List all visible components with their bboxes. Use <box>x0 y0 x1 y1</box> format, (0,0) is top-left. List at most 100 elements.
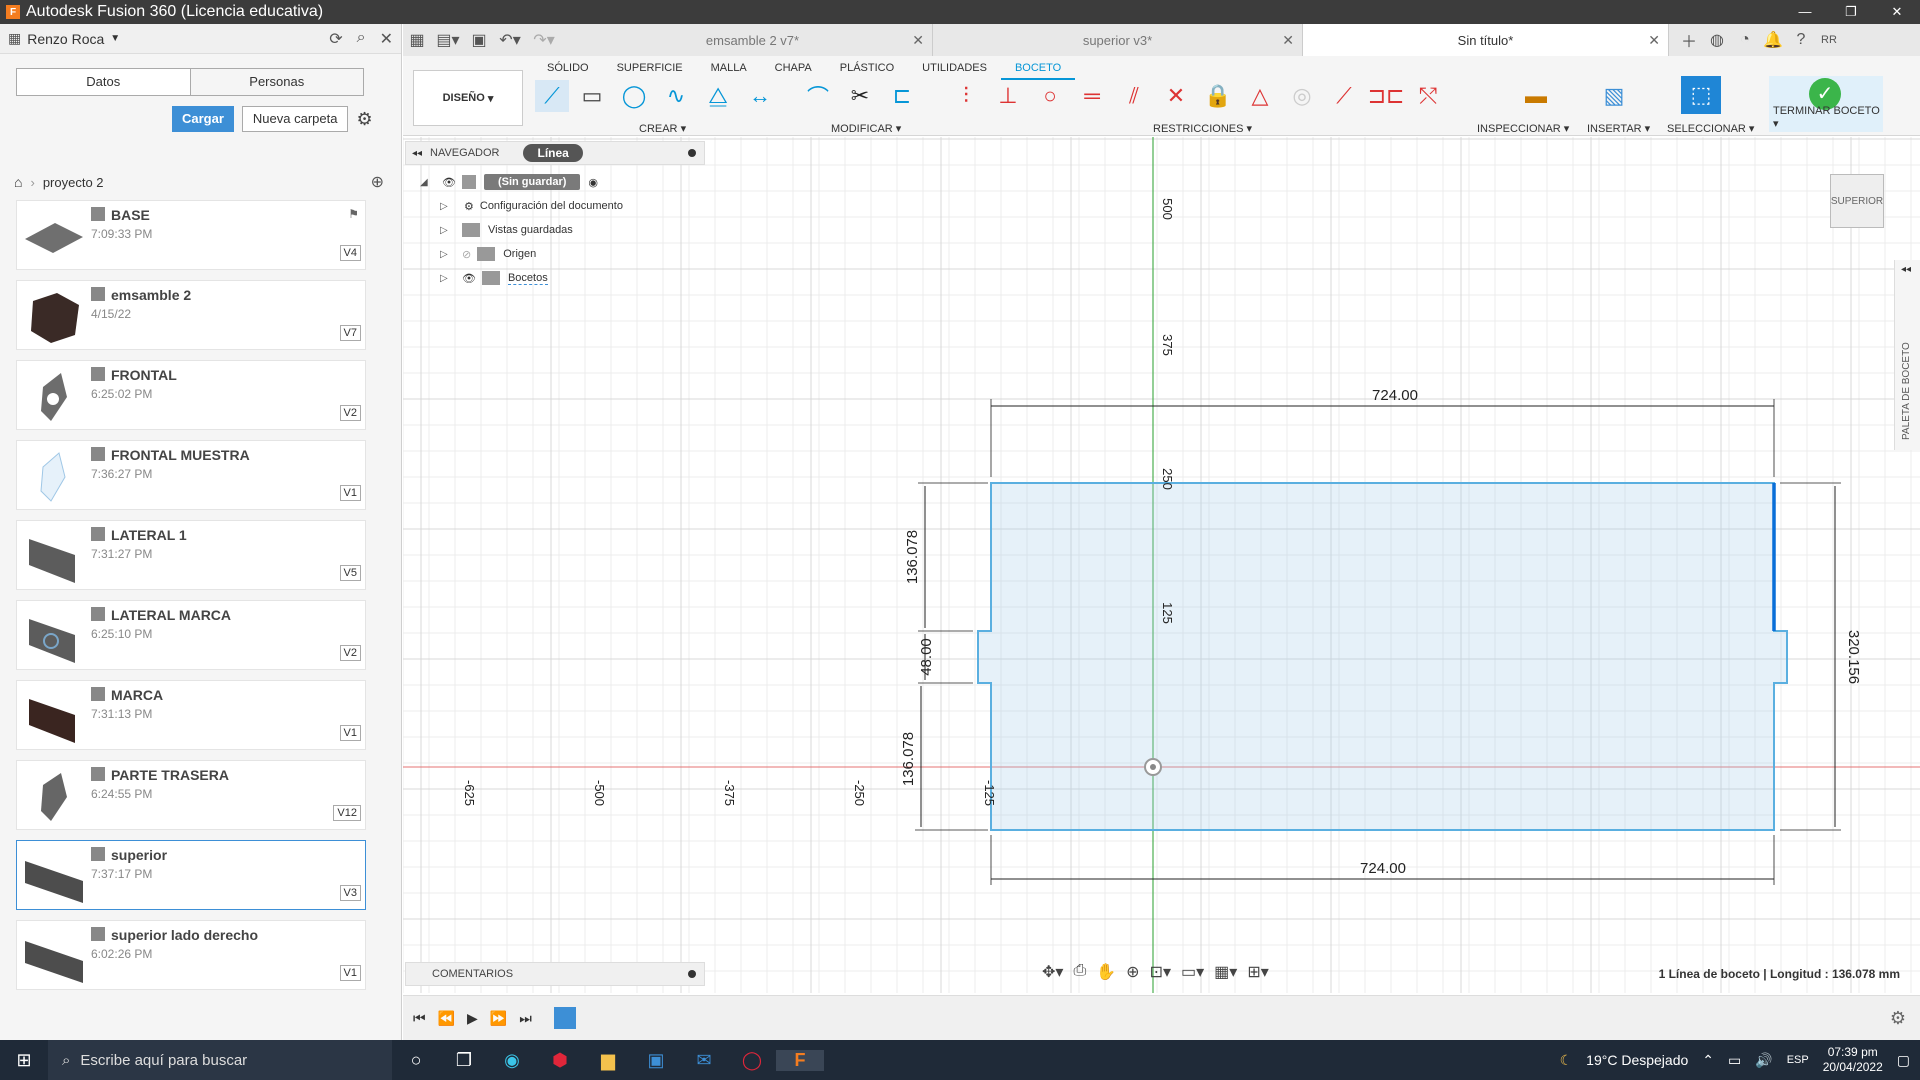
notifications-icon[interactable]: 🔔 <box>1759 30 1787 50</box>
undo-icon[interactable]: ↶▾ <box>493 30 527 50</box>
tree-item-sketches[interactable]: ▷ 👁 Bocetos <box>440 266 623 290</box>
sketch-grid[interactable]: 724.00 724.00 136.078 48.00 136.078 320.156 -6… <box>403 137 1920 993</box>
breadcrumb-project[interactable]: proyecto 2 <box>43 175 104 190</box>
job-status-icon[interactable]: ◔ <box>1731 31 1759 49</box>
collapse-navigator-icon[interactable]: ◂◂ <box>412 148 422 159</box>
workspace-dropdown[interactable]: DISEÑO ▾ <box>413 70 523 126</box>
globe-icon[interactable]: ⊕ <box>371 172 384 192</box>
navigator-options-icon[interactable] <box>688 149 696 157</box>
activate-radio-icon[interactable]: ◉ <box>588 176 598 189</box>
list-item[interactable]: LATERAL 1 7:31:27 PM V5 <box>16 520 366 590</box>
home-icon[interactable]: ⌂ <box>14 174 22 190</box>
network-icon[interactable]: ▭ <box>1728 1052 1741 1069</box>
tree-root[interactable]: ◢ 👁 (Sin guardar) ◉ <box>420 170 623 194</box>
tab-malla[interactable]: MALLA <box>697 58 761 80</box>
version-badge[interactable]: V7 <box>339 325 361 341</box>
tab-superficie[interactable]: SUPERFICIE <box>603 58 697 80</box>
windows-start-icon[interactable]: ⊞ <box>0 1050 48 1071</box>
go-to-start-icon[interactable]: ⏮ <box>413 1010 426 1027</box>
restore-icon[interactable]: ❐ <box>1828 0 1874 24</box>
minimize-icon[interactable]: — <box>1782 0 1828 24</box>
measure-tool-icon[interactable]: ▬ <box>1519 80 1553 112</box>
step-forward-icon[interactable]: ⏩ <box>490 1010 507 1027</box>
list-item[interactable]: superior lado derecho 6:02:26 PM V1 <box>16 920 366 990</box>
sketch-canvas[interactable]: 724.00 724.00 136.078 48.00 136.078 320.156 -6… <box>403 137 1920 993</box>
list-item[interactable]: MARCA 7:31:13 PM V1 <box>16 680 366 750</box>
visibility-eye-icon[interactable]: 👁 <box>462 272 476 285</box>
file-explorer-icon[interactable]: ▆ <box>584 1050 632 1071</box>
close-tab-icon[interactable]: ✕ <box>912 32 924 49</box>
search-icon[interactable]: ⌕ <box>357 29 366 49</box>
online-status-icon[interactable]: ◍ <box>1703 30 1731 50</box>
select-tool-icon[interactable]: ⬚ <box>1681 76 1721 114</box>
viewports-icon[interactable]: ⊞▾ <box>1247 962 1268 982</box>
collapse-triangle-icon[interactable]: ◢ <box>420 177 436 188</box>
edge-icon[interactable]: ◉ <box>488 1050 536 1071</box>
close-tab-icon[interactable]: ✕ <box>1648 32 1660 49</box>
mirror-tool-icon[interactable]: ⧋ <box>701 80 735 112</box>
upload-button[interactable]: Cargar <box>172 106 234 132</box>
concentric-constraint-icon[interactable]: ◎ <box>1285 80 1319 112</box>
timeline-settings-icon[interactable]: ⚙ <box>1890 1008 1906 1029</box>
spline-tool-icon[interactable]: ∿ <box>659 80 693 112</box>
version-badge[interactable]: V1 <box>339 965 361 981</box>
group-restricciones[interactable]: RESTRICCIONES ▾ <box>1153 122 1252 135</box>
go-to-end-icon[interactable]: ⏭ <box>519 1010 532 1027</box>
save-icon[interactable]: ▣ <box>465 30 493 50</box>
display-settings-icon[interactable]: ▭▾ <box>1181 962 1204 982</box>
zoom-icon[interactable]: ⊕ <box>1126 962 1139 982</box>
finish-sketch-button[interactable]: ✓ TERMINAR BOCETO ▾ <box>1769 76 1883 132</box>
help-icon[interactable]: ? <box>1787 31 1815 49</box>
user-name[interactable]: Renzo Roca <box>27 31 104 47</box>
version-badge[interactable]: V2 <box>339 405 361 421</box>
tab-solido[interactable]: SÓLIDO <box>533 58 603 80</box>
app-grid-icon[interactable]: ▦ <box>403 30 431 50</box>
line-tool-icon[interactable]: ⟋ <box>535 80 569 112</box>
list-item[interactable]: superior 7:37:17 PM V3 <box>16 840 366 910</box>
weather-text[interactable]: 19°C Despejado <box>1586 1052 1688 1068</box>
clock[interactable]: 07:39 pm 20/04/2022 <box>1823 1045 1883 1075</box>
version-badge[interactable]: V1 <box>339 725 361 741</box>
tab-sin-titulo[interactable]: Sin título* ✕ <box>1303 24 1669 56</box>
parallel-constraint-icon[interactable]: ⫽ <box>1117 80 1151 112</box>
tab-chapa[interactable]: CHAPA <box>761 58 826 80</box>
visibility-eye-icon[interactable]: 👁 <box>442 176 456 189</box>
fusion-taskbar-icon[interactable]: F <box>776 1049 824 1071</box>
close-icon[interactable]: ✕ <box>1874 0 1920 24</box>
tangent-constraint-icon[interactable]: ○ <box>1033 80 1067 112</box>
sketch-mode-pill[interactable]: Línea <box>523 144 583 162</box>
version-badge[interactable]: V4 <box>339 245 361 261</box>
expand-triangle-icon[interactable]: ▷ <box>440 225 456 236</box>
tab-emsamble-2[interactable]: emsamble 2 v7* ✕ <box>573 24 933 56</box>
notifications-center-icon[interactable]: ▢ <box>1897 1052 1910 1069</box>
language-indicator[interactable]: ESP <box>1787 1054 1809 1066</box>
tab-datos[interactable]: Datos <box>17 69 191 95</box>
symmetric-constraint-icon[interactable]: △ <box>1243 80 1277 112</box>
app-red-icon[interactable]: ⬢ <box>536 1050 584 1071</box>
collinear-constraint-icon[interactable]: ✕ <box>1159 80 1193 112</box>
group-crear[interactable]: CREAR ▾ <box>639 122 686 135</box>
expand-palette-icon[interactable]: ◂◂ <box>1901 264 1911 275</box>
timeline-sketch-marker[interactable] <box>553 1007 576 1029</box>
version-badge[interactable]: V12 <box>333 805 361 821</box>
weather-icon[interactable]: ☾ <box>1560 1052 1573 1069</box>
symmetry-constraint-icon[interactable]: ⊐⊏ <box>1368 80 1405 112</box>
expand-triangle-icon[interactable]: ▷ <box>440 249 456 260</box>
tree-item-origin[interactable]: ▷ ⊘ Origen <box>440 242 623 266</box>
expand-triangle-icon[interactable]: ▷ <box>440 201 456 212</box>
list-item[interactable]: BASE 7:09:33 PM ⚑ V4 <box>16 200 366 270</box>
file-menu-icon[interactable]: ▤▾ <box>431 30 465 50</box>
equal-constraint-icon[interactable]: ═ <box>1075 80 1109 112</box>
fit-icon[interactable]: ⊡▾ <box>1150 962 1171 982</box>
sketch-palette-collapsed[interactable]: ◂◂ PALETA DE BOCETO <box>1894 260 1920 450</box>
close-panel-icon[interactable]: ✕ <box>380 29 393 49</box>
account-avatar[interactable]: RR <box>1815 34 1843 46</box>
midpoint-constraint-icon[interactable]: ⟋ <box>1327 80 1361 112</box>
grid-settings-icon[interactable]: ▦▾ <box>1214 962 1237 982</box>
version-badge[interactable]: V1 <box>339 485 361 501</box>
perpendicular-constraint-icon[interactable]: ⊥ <box>991 80 1025 112</box>
version-badge[interactable]: V5 <box>339 565 361 581</box>
tab-personas[interactable]: Personas <box>191 69 364 95</box>
cortana-icon[interactable]: ○ <box>392 1050 440 1071</box>
circle-tool-icon[interactable]: ◯ <box>617 80 651 112</box>
